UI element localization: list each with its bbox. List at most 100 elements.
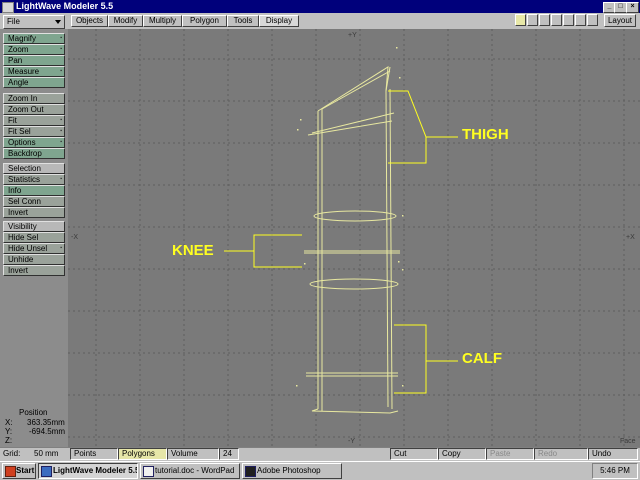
selection-header: Selection bbox=[3, 163, 65, 174]
file-menu-label: File bbox=[7, 17, 20, 26]
wordpad-icon bbox=[143, 466, 154, 477]
key-shortcut-icon: ▪ bbox=[60, 117, 62, 123]
copy-button[interactable]: Copy bbox=[438, 448, 486, 460]
mesh-thigh-loop2 bbox=[307, 120, 393, 136]
key-shortcut-icon: ▪ bbox=[60, 176, 62, 182]
start-button[interactable]: Start bbox=[2, 463, 36, 479]
position-y-label: Y: bbox=[5, 427, 13, 436]
window-title: LightWave Modeler 5.5 bbox=[16, 1, 114, 11]
tab-polygon[interactable]: Polygon bbox=[182, 15, 227, 27]
layer-button-5[interactable] bbox=[563, 14, 574, 26]
file-menu-button[interactable]: File bbox=[3, 15, 65, 29]
layer-button-4[interactable] bbox=[551, 14, 562, 26]
calf-label: CALF bbox=[462, 350, 502, 367]
sel-conn-button[interactable]: Sel Conn bbox=[3, 196, 65, 207]
zoom-in-button[interactable]: Zoom In bbox=[3, 93, 65, 104]
magnify-button[interactable]: Magnify ▪ bbox=[3, 33, 65, 44]
thigh-label: THIGH bbox=[462, 126, 509, 143]
cut-button[interactable]: Cut bbox=[390, 448, 438, 460]
grid-value: 50 mm bbox=[34, 449, 59, 458]
tab-display[interactable]: Display bbox=[259, 15, 299, 27]
position-y-value: -694.5mm bbox=[29, 427, 66, 436]
undo-button[interactable]: Undo bbox=[588, 448, 638, 460]
position-z-label: Z: bbox=[5, 436, 13, 445]
mesh-bottom bbox=[311, 408, 399, 414]
task-photoshop[interactable]: Adobe Photoshop bbox=[242, 463, 342, 479]
axis-right-label: +X bbox=[626, 234, 635, 241]
view-name-label: Face bbox=[620, 438, 636, 445]
invert-visibility-label: Invert bbox=[8, 266, 29, 275]
info-label: Info bbox=[8, 186, 22, 195]
mode-volume[interactable]: Volume bbox=[167, 448, 219, 460]
mode-polygons[interactable]: Polygons bbox=[118, 448, 167, 460]
thigh-callout bbox=[388, 90, 458, 164]
layer-button-6[interactable] bbox=[575, 14, 586, 26]
measure-button[interactable]: Measure ▪ bbox=[3, 66, 65, 77]
paste-button[interactable]: Paste bbox=[486, 448, 534, 460]
angle-button[interactable]: Angle bbox=[3, 77, 65, 88]
zoom-button[interactable]: Zoom ▪ bbox=[3, 44, 65, 55]
task-photoshop-label: Adobe Photoshop bbox=[257, 466, 321, 475]
chevron-down-icon bbox=[55, 20, 61, 24]
task-wordpad[interactable]: tutorial.doc - WordPad bbox=[140, 463, 240, 479]
tab-objects[interactable]: Objects bbox=[71, 15, 108, 27]
options-label: Options bbox=[8, 138, 36, 147]
tab-tools[interactable]: Tools bbox=[227, 15, 259, 27]
key-shortcut-icon: ▪ bbox=[60, 68, 62, 74]
fit-sel-button[interactable]: Fit Sel ▪ bbox=[3, 126, 65, 137]
key-shortcut-icon: ▪ bbox=[60, 245, 62, 251]
key-shortcut-icon: ▪ bbox=[60, 35, 62, 41]
layer-button-3[interactable] bbox=[539, 14, 550, 26]
visibility-label: Visibility bbox=[8, 222, 37, 231]
app-icon[interactable] bbox=[2, 2, 14, 13]
mesh-right-edge bbox=[385, 90, 389, 408]
zoom-in-label: Zoom In bbox=[8, 94, 38, 103]
mode-points[interactable]: Points bbox=[70, 448, 118, 460]
windows-logo-icon bbox=[5, 466, 16, 477]
mesh-top-left bbox=[317, 66, 389, 112]
layout-button[interactable]: Layout bbox=[604, 14, 636, 27]
unhide-button[interactable]: Unhide bbox=[3, 254, 65, 265]
invert-visibility-button[interactable]: Invert bbox=[3, 265, 65, 276]
statistics-label: Statistics bbox=[8, 175, 41, 184]
backdrop-label: Backdrop bbox=[8, 149, 42, 158]
layer-button-1[interactable] bbox=[515, 14, 526, 26]
layer-button-2[interactable] bbox=[527, 14, 538, 26]
zoom-out-button[interactable]: Zoom Out bbox=[3, 104, 65, 115]
layer-button-7[interactable] bbox=[587, 14, 598, 26]
options-button[interactable]: Options ▪ bbox=[3, 137, 65, 148]
axis-top-label: +Y bbox=[348, 32, 357, 39]
viewport[interactable]: +Y -Y -X +X Face THIGH KNEE CALF bbox=[68, 29, 640, 447]
hide-unsel-button[interactable]: Hide Unsel ▪ bbox=[3, 243, 65, 254]
start-label: Start bbox=[16, 466, 35, 475]
tab-modify[interactable]: Modify bbox=[108, 15, 143, 27]
selection-count: 24 bbox=[219, 448, 239, 460]
tab-multiply[interactable]: Multiply bbox=[143, 15, 182, 27]
statistics-button[interactable]: Statistics ▪ bbox=[3, 174, 65, 185]
leg-mesh[interactable] bbox=[304, 66, 400, 414]
magnify-label: Magnify bbox=[8, 34, 37, 43]
redo-button[interactable]: Redo bbox=[534, 448, 588, 460]
photoshop-icon bbox=[245, 466, 256, 477]
pan-label: Pan bbox=[8, 56, 23, 65]
zoom-label: Zoom bbox=[8, 45, 29, 54]
pan-button[interactable]: Pan bbox=[3, 55, 65, 66]
mesh-ring-1 bbox=[313, 210, 397, 222]
invert-selection-button[interactable]: Invert bbox=[3, 207, 65, 218]
hide-sel-button[interactable]: Hide Sel bbox=[3, 232, 65, 243]
taskbar-clock: 5:46 PM bbox=[592, 463, 638, 479]
key-shortcut-icon: ▪ bbox=[60, 128, 62, 134]
viewport-canvas[interactable]: +Y -Y -X +X Face THIGH KNEE CALF bbox=[68, 29, 640, 447]
info-button[interactable]: Info bbox=[3, 185, 65, 196]
mesh-right-inner bbox=[389, 88, 393, 410]
invert-selection-label: Invert bbox=[8, 208, 29, 217]
fit-sel-label: Fit Sel bbox=[8, 127, 31, 136]
backdrop-button[interactable]: Backdrop bbox=[3, 148, 65, 159]
hide-sel-label: Hide Sel bbox=[8, 233, 39, 242]
selection-label: Selection bbox=[8, 164, 41, 173]
mesh-ring-2 bbox=[309, 278, 399, 290]
close-button[interactable]: × bbox=[626, 2, 639, 13]
knee-label: KNEE bbox=[172, 242, 214, 259]
fit-button[interactable]: Fit ▪ bbox=[3, 115, 65, 126]
task-lightwave[interactable]: LightWave Modeler 5.5 bbox=[38, 463, 138, 479]
